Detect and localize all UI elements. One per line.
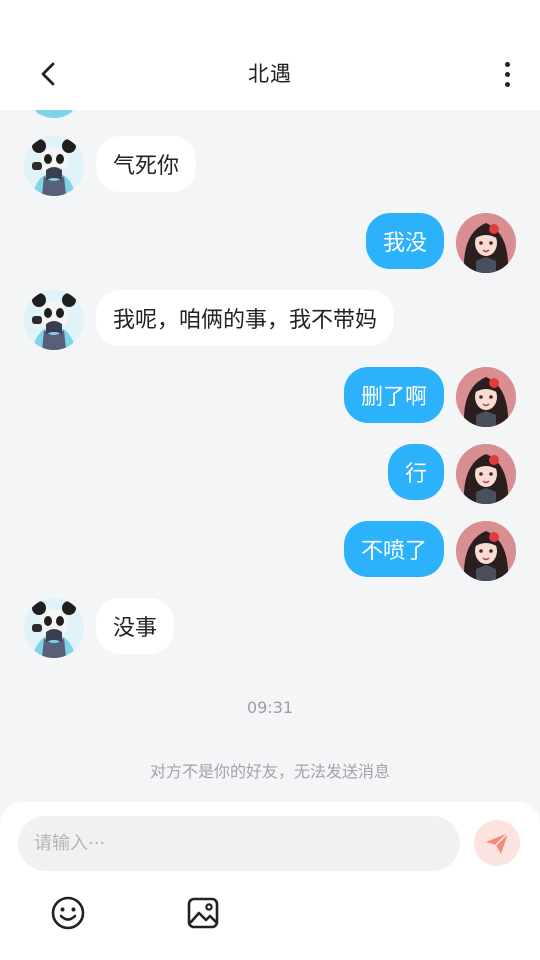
image-button[interactable] bbox=[184, 894, 222, 932]
girl-avatar[interactable] bbox=[456, 213, 516, 273]
girl-avatar[interactable] bbox=[456, 444, 516, 504]
more-vertical-icon bbox=[504, 61, 510, 67]
message-bubble[interactable]: 我呢，咱俩的事，我不带妈 bbox=[96, 290, 395, 346]
message-bubble[interactable]: 我没 bbox=[365, 213, 444, 269]
message-timestamp: 09:31 bbox=[246, 698, 294, 717]
emoji-button[interactable] bbox=[49, 894, 87, 932]
send-icon bbox=[486, 832, 509, 854]
message-bubble[interactable]: 行 bbox=[387, 444, 444, 500]
panda-avatar-image bbox=[33, 110, 75, 118]
send-button[interactable] bbox=[474, 820, 520, 866]
panda-avatar[interactable] bbox=[24, 598, 84, 658]
chat-header: 北遇 bbox=[0, 0, 540, 110]
girl-avatar[interactable] bbox=[456, 521, 516, 581]
panda-avatar-image bbox=[24, 598, 84, 658]
panda-avatar-image bbox=[24, 136, 84, 196]
message-list[interactable]: 气死你 我没 我呢，咱俩的事，我不带妈 删了啊 行 不喷了 没事 09:31 对… bbox=[0, 110, 540, 802]
girl-avatar-image bbox=[456, 444, 516, 504]
message-bubble[interactable]: 删了啊 bbox=[343, 367, 444, 423]
chat-title: 北遇 bbox=[248, 62, 292, 86]
girl-avatar-image bbox=[456, 213, 516, 273]
girl-avatar-image bbox=[456, 521, 516, 581]
girl-avatar-image bbox=[456, 367, 516, 427]
image-icon bbox=[187, 897, 219, 929]
panda-avatar-image bbox=[24, 290, 84, 350]
message-input[interactable] bbox=[18, 816, 460, 871]
girl-avatar[interactable] bbox=[456, 367, 516, 427]
panda-avatar[interactable] bbox=[24, 110, 84, 118]
message-bubble[interactable]: 气死你 bbox=[96, 136, 197, 192]
more-options-button[interactable] bbox=[492, 56, 522, 92]
emoji-icon bbox=[51, 896, 85, 930]
panda-avatar[interactable] bbox=[24, 290, 84, 350]
message-composer bbox=[0, 802, 540, 960]
message-bubble[interactable]: 不喷了 bbox=[343, 521, 444, 577]
message-bubble[interactable]: 没事 bbox=[96, 598, 175, 654]
not-friend-notice: 对方不是你的好友，无法发送消息 bbox=[149, 762, 390, 781]
panda-avatar[interactable] bbox=[24, 136, 84, 196]
